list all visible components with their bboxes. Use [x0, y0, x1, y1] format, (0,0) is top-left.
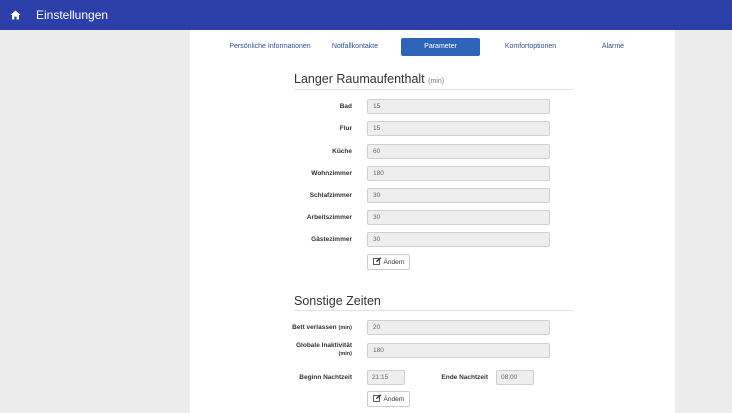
section-title-text: Langer Raumaufenthalt: [294, 72, 425, 86]
settings-panel: Persönliche Informationen Notfallkontakt…: [190, 30, 675, 413]
field-label: Wohnzimmer: [311, 170, 352, 177]
field-label: Ende Nachtzeit: [441, 374, 488, 381]
field-label: Bad: [339, 103, 352, 110]
bed-leave-field[interactable]: [367, 320, 550, 335]
section-title-long-stay: Langer Raumaufenthalt (min): [294, 72, 444, 86]
edit-button-label: Ändern: [383, 395, 405, 403]
section-unit: (min): [428, 78, 445, 85]
field-label: Gästezimmer: [311, 236, 352, 243]
form-row-kueche: Küche: [190, 144, 675, 159]
edit-icon: [372, 257, 382, 267]
edit-button-label: Ändern: [383, 258, 405, 266]
field-label: Beginn Nachtzeit: [299, 374, 352, 381]
tab-personal-info[interactable]: Persönliche Informationen: [214, 38, 326, 56]
schlafzimmer-field[interactable]: [367, 188, 550, 203]
app-header: Einstellungen: [0, 0, 732, 30]
field-label: Bett verlassen (min): [292, 320, 352, 335]
form-row-arbeitszimmer: Arbeitszimmer: [190, 210, 675, 225]
kueche-field[interactable]: [367, 144, 550, 159]
global-inactivity-field[interactable]: [367, 343, 550, 358]
field-label: Küche: [332, 148, 352, 155]
arbeitszimmer-field[interactable]: [367, 210, 550, 225]
field-label: Flur: [339, 125, 352, 132]
night-start-field[interactable]: [367, 370, 405, 385]
form-row-bed-leave: Bett verlassen (min): [190, 320, 675, 335]
section-title-other-times: Sonstige Zeiten: [294, 294, 381, 308]
field-unit: (min): [338, 351, 352, 357]
form-row-wohnzimmer: Wohnzimmer: [190, 166, 675, 181]
section-divider: [294, 89, 573, 90]
form-row-night-times: Beginn Nachtzeit Ende Nachtzeit: [190, 370, 675, 385]
wohnzimmer-field[interactable]: [367, 166, 550, 181]
tab-emergency-contacts[interactable]: Notfallkontakte: [323, 38, 387, 56]
field-label-text: Bett verlassen: [292, 324, 337, 331]
edit-button-long-stay[interactable]: Ändern: [367, 254, 410, 270]
bad-field[interactable]: [367, 99, 550, 114]
section-divider: [294, 310, 573, 311]
field-label: Globale Inaktivität (min): [296, 342, 352, 358]
tab-comfort-options[interactable]: Komfortoptionen: [495, 38, 566, 56]
field-unit: (min): [338, 324, 352, 331]
form-row-global-inactivity: Globale Inaktivität (min): [190, 342, 675, 358]
tab-parameters[interactable]: Parameter: [401, 38, 480, 56]
form-row-gaestezimmer: Gästezimmer: [190, 232, 675, 247]
flur-field[interactable]: [367, 121, 550, 136]
edit-button-other-times[interactable]: Ändern: [367, 391, 410, 407]
night-end-field[interactable]: [496, 370, 534, 385]
tab-alarms[interactable]: Alarme: [590, 38, 636, 56]
tab-bar: Persönliche Informationen Notfallkontakt…: [190, 38, 675, 56]
field-label: Arbeitszimmer: [306, 214, 352, 221]
gaestezimmer-field[interactable]: [367, 232, 550, 247]
field-label: Schlafzimmer: [309, 192, 352, 199]
edit-icon: [372, 394, 382, 404]
form-row-flur: Flur: [190, 121, 675, 136]
page-title: Einstellungen: [36, 8, 109, 22]
form-row-schlafzimmer: Schlafzimmer: [190, 188, 675, 203]
home-icon[interactable]: [0, 0, 30, 30]
form-row-bad: Bad: [190, 99, 675, 114]
field-label-text: Globale Inaktivität: [296, 342, 352, 349]
